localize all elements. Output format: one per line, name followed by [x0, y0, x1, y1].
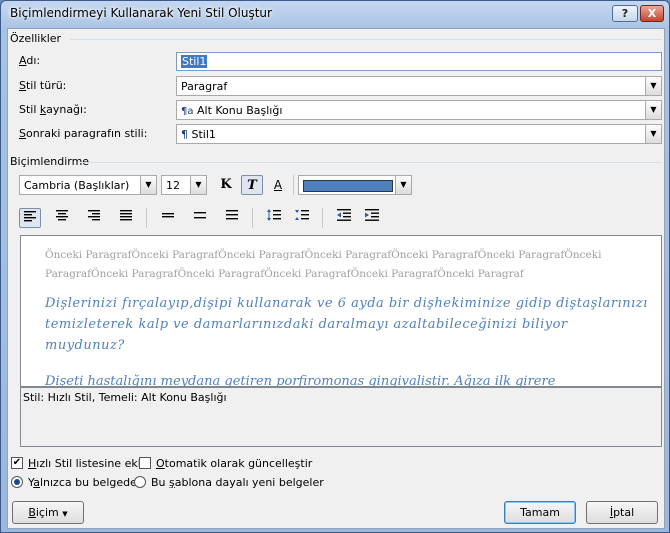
auto-update-checkbox[interactable] — [139, 457, 151, 469]
space-increase-icon — [267, 209, 281, 221]
font-size-value: 12 — [166, 179, 180, 192]
based-on-dropdown[interactable]: ¶a Alt Konu Başlığı ▼ — [176, 100, 662, 120]
font-size-dropdown[interactable]: 12 ▼ — [161, 175, 207, 195]
chevron-down-icon[interactable]: ▼ — [645, 125, 661, 143]
cancel-button[interactable]: İptal — [586, 501, 658, 524]
previous-paragraph-preview: Önceki ParagrafÖnceki ParagrafÖnceki Par… — [45, 249, 602, 280]
next-paragraph-preview: Dişeti hastalığını meydana getiren porfi… — [45, 374, 556, 387]
format-menu-button[interactable]: Biçim ▼ — [12, 501, 84, 524]
align-right-button[interactable] — [83, 208, 105, 228]
window-title: Biçimlendirmeyi Kullanarak Yeni Stil Olu… — [10, 6, 272, 20]
next-style-label: Sonraki paragrafın stili: — [19, 127, 148, 140]
decrease-indent-icon — [337, 209, 351, 221]
close-button[interactable]: X — [640, 5, 664, 22]
ok-button[interactable]: Tamam — [504, 501, 576, 524]
align-center-button[interactable] — [51, 208, 73, 228]
template-documents-radio[interactable] — [134, 476, 146, 488]
title-bar[interactable]: Biçimlendirmeyi Kullanarak Yeni Stil Olu… — [1, 1, 669, 29]
quick-style-label: Hızlı Stil listesine ekle — [28, 457, 148, 470]
auto-update-label: Otomatik olarak güncelleştir — [156, 457, 313, 470]
toolbar-separator — [322, 208, 323, 228]
current-paragraph-preview: Dişlerinizi fırçalayıp,dişipi kullanarak… — [45, 296, 648, 353]
style-type-value: Paragraf — [181, 80, 228, 93]
font-value: Cambria (Başlıklar) — [24, 179, 130, 192]
decrease-indent-button[interactable] — [333, 208, 355, 228]
single-spacing-button[interactable] — [157, 208, 179, 228]
space-before-increase-button[interactable] — [263, 208, 285, 228]
chevron-down-icon[interactable]: ▼ — [645, 101, 661, 119]
one-half-spacing-icon — [194, 212, 206, 219]
justify-button[interactable] — [115, 208, 137, 228]
name-input[interactable]: Stil1 — [176, 52, 662, 71]
chevron-down-icon[interactable]: ▼ — [395, 176, 411, 194]
quick-style-checkbox[interactable]: ✔ — [11, 457, 23, 469]
chevron-down-icon[interactable]: ▼ — [190, 176, 206, 194]
style-description-box: Stil: Hızlı Stil, Temeli: Alt Konu Başlı… — [20, 387, 662, 447]
font-dropdown[interactable]: Cambria (Başlıklar) ▼ — [19, 175, 157, 195]
increase-indent-icon — [365, 209, 379, 221]
section-divider — [80, 162, 662, 163]
dialog-window: Biçimlendirmeyi Kullanarak Yeni Stil Olu… — [0, 0, 670, 533]
justify-icon — [120, 210, 132, 221]
font-color-swatch — [303, 180, 393, 192]
properties-heading: Özellikler — [10, 32, 62, 45]
style-type-dropdown[interactable]: Paragraf ▼ — [176, 76, 662, 96]
align-right-icon — [88, 210, 100, 221]
linked-style-icon: ¶a — [181, 106, 194, 117]
based-on-label: Stil kaynağı: — [19, 103, 87, 116]
template-documents-label: Bu şablona dayalı yeni belgeler — [151, 476, 324, 489]
next-style-value: Stil1 — [191, 128, 216, 141]
align-left-button[interactable] — [19, 208, 41, 228]
only-this-document-radio[interactable] — [11, 476, 23, 488]
style-description: Stil: Hızlı Stil, Temeli: Alt Konu Başlı… — [23, 391, 227, 404]
one-half-spacing-button[interactable] — [189, 208, 211, 228]
font-color-dropdown[interactable]: ▼ — [298, 175, 412, 195]
dialog-body: Özellikler Adı: Stil1 Stil türü: Paragra… — [7, 28, 665, 529]
space-decrease-icon — [295, 210, 309, 220]
toolbar-separator — [293, 175, 294, 195]
name-value: Stil1 — [181, 55, 208, 68]
paragraph-icon: ¶ — [181, 128, 188, 141]
based-on-value: Alt Konu Başlığı — [197, 104, 283, 117]
align-center-icon — [56, 210, 68, 221]
toolbar-separator — [146, 208, 147, 228]
help-button[interactable]: ? — [612, 5, 638, 22]
dropdown-arrow-icon: ▼ — [62, 510, 68, 518]
single-spacing-icon — [162, 213, 174, 218]
double-spacing-button[interactable] — [221, 208, 243, 228]
chevron-down-icon[interactable]: ▼ — [140, 176, 156, 194]
style-preview: Önceki ParagrafÖnceki ParagrafÖnceki Par… — [20, 235, 662, 387]
style-type-label: Stil türü: — [19, 79, 67, 92]
space-before-decrease-button[interactable] — [291, 208, 313, 228]
increase-indent-button[interactable] — [361, 208, 383, 228]
italic-button[interactable]: T — [241, 175, 263, 195]
double-spacing-icon — [226, 210, 238, 220]
only-this-document-label: Yalnızca bu belgede — [28, 476, 137, 489]
align-left-icon — [24, 211, 36, 222]
formatting-heading: Biçimlendirme — [10, 155, 90, 168]
chevron-down-icon[interactable]: ▼ — [645, 77, 661, 95]
section-divider — [70, 39, 662, 40]
bold-button[interactable]: K — [215, 175, 237, 195]
underline-button[interactable]: A — [267, 175, 289, 195]
next-style-dropdown[interactable]: ¶ Stil1 ▼ — [176, 124, 662, 144]
name-label: Adı: — [19, 54, 41, 67]
toolbar-separator — [252, 208, 253, 228]
